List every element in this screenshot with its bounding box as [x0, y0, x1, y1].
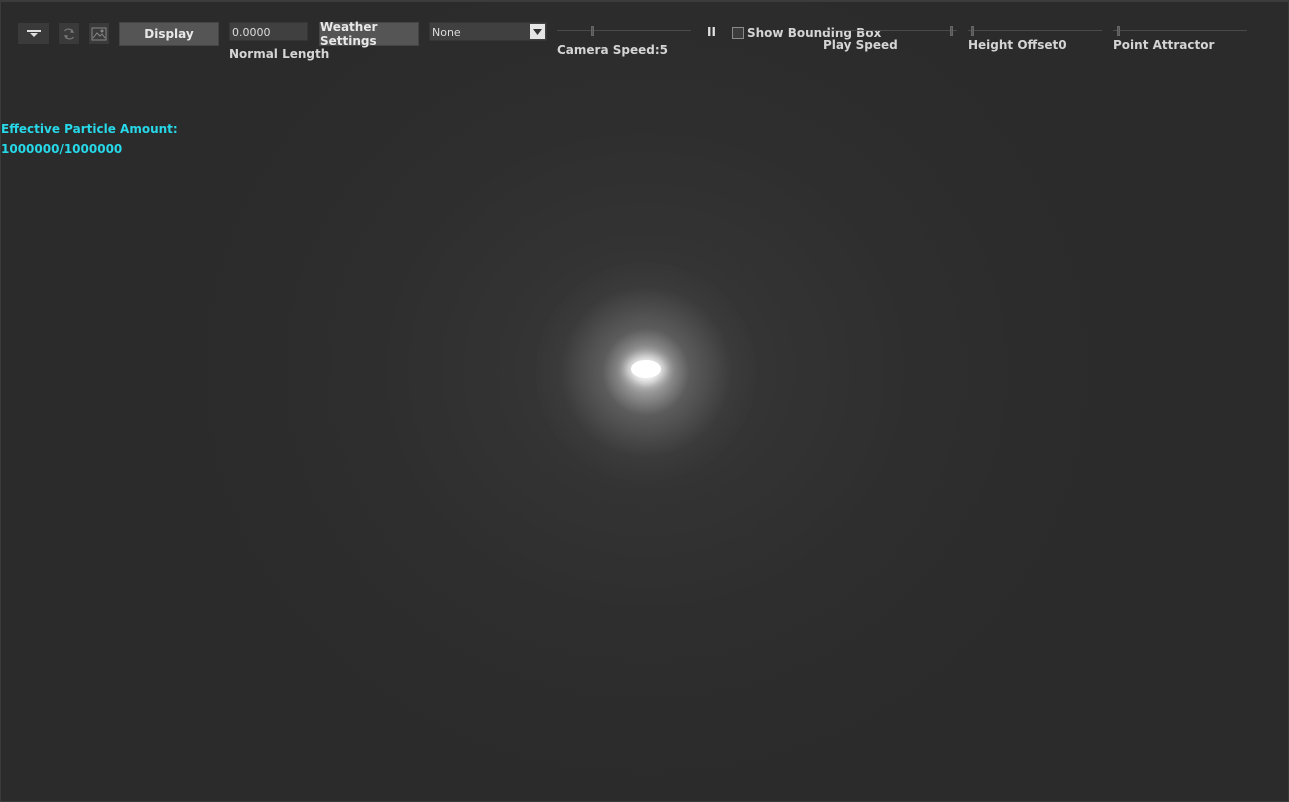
play-speed-label: Play Speed: [823, 38, 898, 52]
point-attractor-label: Point Attractor: [1113, 38, 1215, 52]
pause-button[interactable]: II: [707, 25, 716, 39]
point-attractor-slider[interactable]: [1113, 26, 1247, 36]
effective-particle-value: 1000000/1000000: [1, 142, 123, 156]
effective-particle-label: Effective Particle Amount:: [1, 122, 178, 136]
point-attractor-handle[interactable]: [1117, 26, 1120, 36]
play-speed-slider[interactable]: [823, 26, 957, 36]
camera-speed-handle[interactable]: [591, 26, 594, 36]
menu-button[interactable]: [17, 22, 50, 45]
bounding-box-checkbox[interactable]: [732, 27, 744, 39]
image-edit-icon: [91, 27, 107, 40]
camera-speed-slider[interactable]: [557, 26, 691, 36]
mode-select[interactable]: None: [429, 22, 547, 41]
image-settings-button[interactable]: [88, 22, 110, 45]
height-offset-handle[interactable]: [971, 26, 974, 36]
normal-length-input[interactable]: 0.0000: [229, 22, 308, 41]
play-speed-handle[interactable]: [950, 26, 953, 36]
refresh-icon: [64, 28, 74, 39]
mode-select-value: None: [432, 26, 461, 39]
refresh-button[interactable]: [58, 22, 80, 45]
display-button[interactable]: Display: [119, 22, 219, 46]
dropdown-menu-icon: [26, 29, 41, 37]
window-frame: [0, 0, 1289, 802]
chevron-down-icon[interactable]: [530, 24, 545, 39]
camera-speed-label: Camera Speed:5: [557, 43, 668, 57]
normal-length-label: Normal Length: [229, 47, 330, 61]
height-offset-slider[interactable]: [968, 26, 1102, 36]
height-offset-label: Height Offset0: [968, 38, 1067, 52]
weather-settings-button[interactable]: Weather Settings: [319, 20, 419, 48]
